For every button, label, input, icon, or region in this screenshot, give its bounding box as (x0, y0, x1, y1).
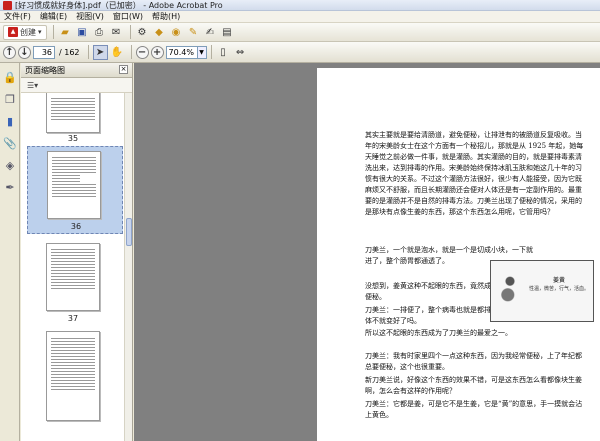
thumbnail-item[interactable] (21, 329, 125, 429)
navigation-toolbar: ↑ ↓ 36 / 162 ➤ ✋ − + 70.4% ▼ ▯ ⇔ (0, 42, 600, 63)
body-paragraph: 其实主要就是要给清肠道，避免便秘，让排泄有的被肠道反复吸收。当年的宋美龄女士在这… (365, 131, 584, 216)
open-folder-icon[interactable]: ▰ (58, 25, 73, 40)
menu-edit[interactable]: 编辑(E) (40, 11, 67, 22)
fit-width-icon[interactable]: ⇔ (233, 45, 248, 60)
save-icon[interactable]: ▣ (75, 25, 90, 40)
page-thumbnails-panel: 页面缩略图 × ☰▾ 35 36 37 (21, 63, 133, 441)
thumbnail-page-image (47, 151, 101, 219)
thumbnail-page-image (46, 243, 100, 311)
pdf-page: 其实主要就是要给清肠道，避免便秘，让排泄有的被肠道反复吸收。当年的宋美龄女士在这… (317, 68, 600, 441)
page-total-label: / 162 (59, 47, 80, 57)
menu-view[interactable]: 视图(V) (76, 11, 104, 22)
menu-bar: 文件(F) 编辑(E) 视图(V) 窗口(W) 帮助(H) (0, 11, 600, 23)
thumbnail-scrollbar[interactable] (124, 93, 132, 441)
thumbnail-page-number: 36 (70, 222, 82, 231)
document-viewport[interactable]: 其实主要就是要给清肠道，避免便秘，让排泄有的被肠道反复吸收。当年的宋美龄女士在这… (134, 63, 600, 441)
create-label: 创建 (20, 27, 36, 37)
title-bar: [好习惯成就好身体].pdf（已加密） - Adobe Acrobat Pro (0, 0, 600, 11)
toolbar-separator (129, 25, 131, 39)
signatures-icon[interactable]: ✒ (3, 181, 17, 195)
toolbar-separator (52, 25, 54, 39)
window-title: [好习惯成就好身体].pdf（已加密） - Adobe Acrobat Pro (15, 0, 223, 10)
page-thumbnails-icon[interactable]: ❐ (3, 93, 17, 107)
print-icon[interactable]: ⎙ (92, 25, 107, 40)
page-number-input[interactable]: 36 (33, 45, 55, 59)
left-rail: 🔒 ❐ ▮ 📎 ◈ ✒ (0, 63, 20, 441)
body-paragraph: 所以这不起眼的东西成为了刀美兰的最爱之一。 (365, 329, 512, 337)
close-icon[interactable]: × (119, 65, 128, 74)
thumbnail-item-selected[interactable]: 36 (27, 146, 123, 234)
thumbnail-page-image (46, 93, 100, 133)
lock-icon[interactable]: 🔒 (3, 71, 17, 85)
settings-gear-icon[interactable]: ⚙ (135, 25, 150, 40)
zoom-out-icon[interactable]: − (135, 45, 149, 59)
forms-icon[interactable]: ▤ (220, 25, 235, 40)
main-toolbar: ▲ 创建 ▾ ▰ ▣ ⎙ ✉ ⚙ ◆ ◉ ✎ ✍ ▤ (0, 23, 600, 42)
thumbnail-item[interactable]: 35 (21, 93, 125, 143)
toolbar-separator (210, 45, 212, 59)
bookmarks-icon[interactable]: ▮ (3, 115, 17, 129)
layers-icon[interactable]: ◈ (3, 159, 17, 173)
toolbar-separator (87, 45, 89, 59)
sign-icon[interactable]: ✍ (203, 25, 218, 40)
fit-page-icon[interactable]: ▯ (216, 45, 231, 60)
panel-title: 页面缩略图 (25, 65, 65, 75)
toolbar-separator (130, 45, 132, 59)
turmeric-illustration (499, 271, 521, 305)
thumbnail-list: 35 36 37 (21, 93, 125, 441)
turmeric-figure: 姜黄 性温，微苦，行气，活血。 (490, 260, 594, 322)
thumbnail-page-image (46, 331, 100, 421)
panel-options: ☰▾ (21, 78, 132, 93)
select-cursor-icon[interactable]: ➤ (92, 44, 108, 60)
menu-window[interactable]: 窗口(W) (113, 11, 143, 22)
comment-icon[interactable]: ◆ (152, 25, 167, 40)
zoom-dropdown-icon[interactable]: ▼ (197, 45, 207, 59)
thumbnail-item[interactable]: 37 (21, 241, 125, 323)
create-button[interactable]: ▲ 创建 ▾ (3, 24, 47, 40)
zoom-in-icon[interactable]: + (150, 45, 164, 59)
zoom-level-input[interactable]: 70.4% (165, 45, 198, 59)
email-icon[interactable]: ✉ (109, 25, 124, 40)
hand-tool-icon[interactable]: ✋ (110, 45, 125, 60)
figure-caption-subtitle: 性温，微苦，行气，活血。 (528, 286, 589, 292)
create-caret: ▾ (38, 28, 42, 36)
highlight-icon[interactable]: ✎ (186, 25, 201, 40)
create-pdf-icon: ▲ (8, 27, 18, 37)
panel-header: 页面缩略图 × (21, 63, 132, 78)
thumbnail-page-number: 37 (67, 314, 79, 323)
attachments-icon[interactable]: 📎 (3, 137, 17, 151)
menu-file[interactable]: 文件(F) (4, 11, 31, 22)
options-menu-icon[interactable]: ☰▾ (27, 81, 38, 90)
body-paragraph: 新刀美兰说，好像这个东西的效果不错，可是这东西怎么看都像块生姜啊，怎么会有这样的… (365, 376, 582, 395)
figure-caption-title: 姜黄 (552, 277, 565, 284)
menu-help[interactable]: 帮助(H) (152, 11, 180, 22)
dialogue-paragraph: 刀美兰：我有时家里四个一点这种东西，因为我经常便秘，上了年纪都总要便秘，这个也很… (365, 352, 582, 371)
dialogue-paragraph: 刀美兰：它都是姜，可是它不是生姜，它是“黄”的意思，手一摸就会沾上黄色。 (365, 400, 583, 419)
speech-bubble-icon[interactable]: ◉ (169, 25, 184, 40)
acrobat-app-icon (3, 0, 12, 10)
thumbnail-page-number: 35 (67, 134, 79, 143)
next-page-icon[interactable]: ↓ (18, 45, 31, 59)
previous-page-icon[interactable]: ↑ (3, 45, 16, 59)
scrollbar-thumb[interactable] (126, 218, 132, 246)
